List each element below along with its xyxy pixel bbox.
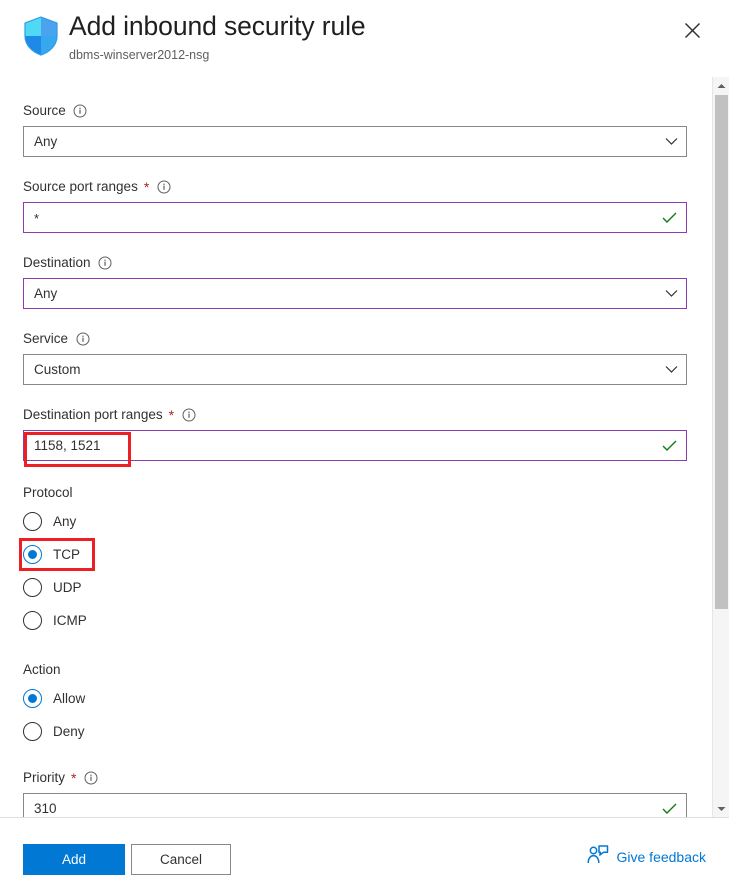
field-destination-port-ranges: Destination port ranges * 1158, 1521 bbox=[23, 407, 687, 461]
service-dropdown[interactable]: Custom bbox=[23, 354, 687, 385]
required-marker: * bbox=[168, 407, 175, 423]
label-action: Action bbox=[23, 662, 61, 677]
scroll-down-arrow-icon[interactable] bbox=[713, 800, 729, 817]
radio-protocol-tcp[interactable]: TCP bbox=[23, 538, 687, 571]
priority-input[interactable]: 310 bbox=[23, 793, 687, 817]
add-inbound-security-rule-panel: Add inbound security rule dbms-winserver… bbox=[0, 0, 729, 886]
label-destination: Destination bbox=[23, 255, 687, 271]
field-source-port-ranges: Source port ranges * * bbox=[23, 179, 687, 233]
source-dropdown[interactable]: Any bbox=[23, 126, 687, 157]
radio-protocol-any[interactable]: Any bbox=[23, 505, 687, 538]
radio-label: Allow bbox=[53, 691, 86, 706]
info-icon[interactable] bbox=[156, 180, 171, 195]
info-icon[interactable] bbox=[98, 256, 113, 271]
chevron-down-icon bbox=[656, 365, 686, 374]
scrollbar-thumb[interactable] bbox=[715, 95, 728, 609]
panel-footer: Add Cancel Give feedback bbox=[0, 817, 729, 886]
radio-protocol-icmp[interactable]: ICMP bbox=[23, 604, 687, 637]
radio-label: UDP bbox=[53, 580, 82, 595]
info-icon[interactable] bbox=[181, 408, 196, 423]
destination-dropdown[interactable]: Any bbox=[23, 278, 687, 309]
source-port-ranges-value: * bbox=[34, 211, 40, 226]
radio-icon-selected bbox=[23, 545, 42, 564]
radio-protocol-udp[interactable]: UDP bbox=[23, 571, 687, 604]
close-button[interactable] bbox=[676, 14, 708, 46]
form-scroll-region: Source Any Source port ranges * * Destin… bbox=[0, 77, 729, 817]
radio-label: TCP bbox=[53, 547, 80, 562]
checkmark-icon bbox=[656, 803, 686, 815]
field-service: Service Custom bbox=[23, 331, 687, 385]
required-marker: * bbox=[143, 179, 150, 195]
field-source: Source Any bbox=[23, 103, 687, 157]
field-priority: Priority * 310 bbox=[23, 770, 687, 817]
label-source-port-ranges: Source port ranges * bbox=[23, 179, 687, 195]
label-priority: Priority * bbox=[23, 770, 687, 786]
chevron-down-icon bbox=[656, 289, 686, 298]
service-value: Custom bbox=[34, 362, 81, 377]
add-button[interactable]: Add bbox=[23, 844, 125, 875]
radio-label: ICMP bbox=[53, 613, 87, 628]
info-icon[interactable] bbox=[73, 104, 88, 119]
label-protocol: Protocol bbox=[23, 485, 73, 500]
label-destination-port-ranges: Destination port ranges * bbox=[23, 407, 687, 423]
page-subtitle: dbms-winserver2012-nsg bbox=[69, 48, 210, 62]
close-icon bbox=[684, 22, 701, 39]
scroll-up-arrow-icon[interactable] bbox=[713, 77, 729, 94]
radio-label: Deny bbox=[53, 724, 85, 739]
group-action: Action Allow Deny bbox=[23, 662, 687, 748]
radio-icon bbox=[23, 512, 42, 531]
checkmark-icon bbox=[656, 212, 686, 224]
vertical-scrollbar[interactable] bbox=[712, 77, 729, 817]
priority-value: 310 bbox=[34, 801, 57, 816]
page-title: Add inbound security rule bbox=[69, 11, 366, 41]
info-icon[interactable] bbox=[75, 332, 90, 347]
radio-action-deny[interactable]: Deny bbox=[23, 715, 687, 748]
cancel-button[interactable]: Cancel bbox=[131, 844, 231, 875]
chevron-down-icon bbox=[656, 137, 686, 146]
checkmark-icon bbox=[656, 440, 686, 452]
label-service: Service bbox=[23, 331, 687, 347]
give-feedback-label: Give feedback bbox=[616, 848, 707, 865]
required-marker: * bbox=[71, 770, 77, 786]
panel-header: Add inbound security rule dbms-winserver… bbox=[0, 0, 729, 76]
info-icon[interactable] bbox=[83, 771, 98, 786]
destination-port-ranges-value: 1158, 1521 bbox=[34, 438, 101, 453]
radio-icon bbox=[23, 722, 42, 741]
radio-action-allow[interactable]: Allow bbox=[23, 682, 687, 715]
source-port-ranges-input[interactable]: * bbox=[23, 202, 687, 233]
radio-icon-selected bbox=[23, 689, 42, 708]
radio-label: Any bbox=[53, 514, 77, 529]
destination-port-ranges-input[interactable]: 1158, 1521 bbox=[23, 430, 687, 461]
give-feedback-link[interactable]: Give feedback bbox=[586, 845, 707, 868]
radio-icon bbox=[23, 611, 42, 630]
label-source: Source bbox=[23, 103, 687, 119]
source-value: Any bbox=[34, 134, 58, 149]
destination-value: Any bbox=[34, 286, 58, 301]
field-destination: Destination Any bbox=[23, 255, 687, 309]
radio-icon bbox=[23, 578, 42, 597]
group-protocol: Protocol Any TCP UDP ICMP bbox=[23, 485, 687, 637]
person-feedback-icon bbox=[586, 845, 609, 868]
shield-icon bbox=[23, 16, 59, 56]
